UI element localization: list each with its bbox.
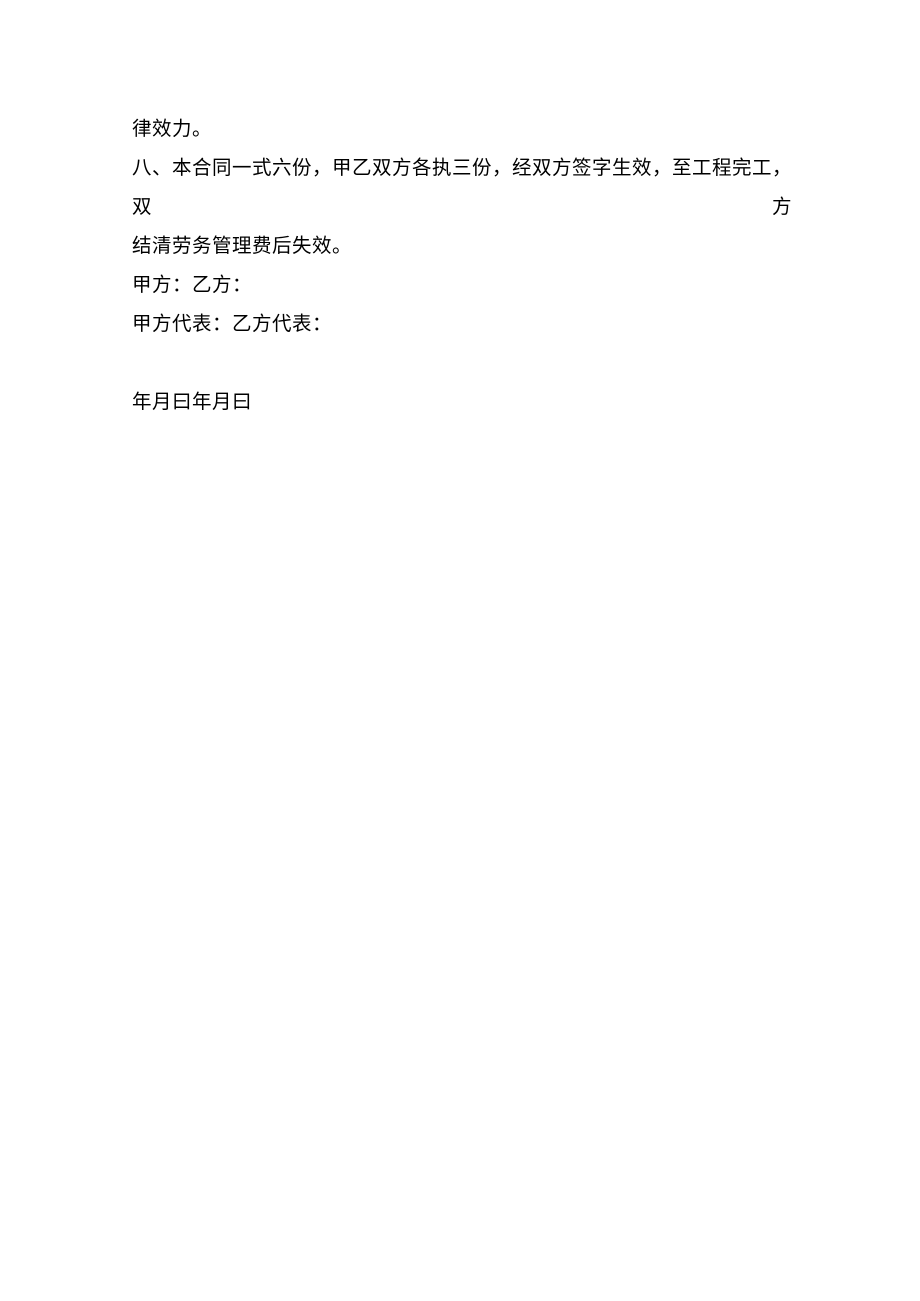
party-line: 甲方：乙方： [132,266,792,305]
paragraph-line: 结清劳务管理费后失效。 [132,227,792,266]
paragraph-line: 律效力。 [132,110,792,149]
blank-line [132,344,792,383]
party-representative-line: 甲方代表：乙方代表： [132,305,792,344]
document-page: 律效力。 八、本合同一式六份，甲乙双方各执三份，经双方签字生效，至工程完工，双方… [0,0,920,422]
paragraph-line: 八、本合同一式六份，甲乙双方各执三份，经双方签字生效，至工程完工，双方 [132,149,792,227]
date-line: 年月曰年月曰 [132,383,792,422]
